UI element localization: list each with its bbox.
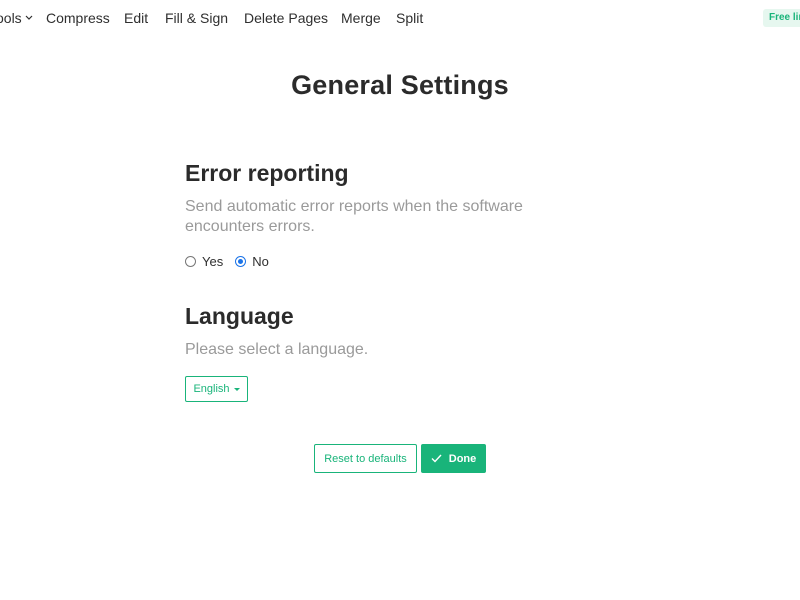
nav-tools-menu[interactable]: ools: [0, 10, 33, 26]
language-selected-value: English: [193, 383, 230, 395]
caret-down-icon: [233, 387, 240, 391]
error-reporting-options: Yes No: [185, 254, 269, 269]
reset-button-label: Reset to defaults: [324, 452, 407, 465]
settings-page: ools Compress Edit Fill & Sign Delete Pa…: [0, 0, 800, 600]
nav-edit-link[interactable]: Edit: [124, 10, 148, 26]
chevron-down-icon: [25, 15, 33, 20]
language-heading: Language: [185, 303, 294, 329]
language-description: Please select a language.: [185, 341, 369, 358]
nav-split-link[interactable]: Split: [396, 10, 423, 26]
done-button[interactable]: Done: [421, 444, 486, 473]
nav-delete-pages-link[interactable]: Delete Pages: [244, 10, 328, 26]
nav-tools-label: ools: [0, 10, 22, 26]
top-navigation: ools Compress Edit Fill & Sign Delete Pa…: [0, 0, 800, 36]
page-title: General Settings: [291, 70, 509, 100]
reset-to-defaults-button[interactable]: Reset to defaults: [314, 444, 417, 473]
radio-no[interactable]: [235, 256, 247, 267]
radio-yes-label[interactable]: Yes: [202, 254, 223, 269]
nav-fill-sign-link[interactable]: Fill & Sign: [165, 10, 228, 26]
language-dropdown[interactable]: English: [185, 376, 248, 402]
radio-yes[interactable]: [185, 256, 196, 267]
check-icon: [431, 454, 442, 463]
radio-no-label[interactable]: No: [252, 254, 269, 269]
nav-merge-link[interactable]: Merge: [341, 10, 381, 26]
free-limit-badge[interactable]: Free lim: [763, 9, 800, 27]
error-reporting-description: Send automatic error reports when the so…: [185, 198, 523, 235]
done-button-label: Done: [448, 452, 477, 465]
nav-compress-link[interactable]: Compress: [46, 10, 110, 26]
error-reporting-heading: Error reporting: [185, 160, 349, 186]
